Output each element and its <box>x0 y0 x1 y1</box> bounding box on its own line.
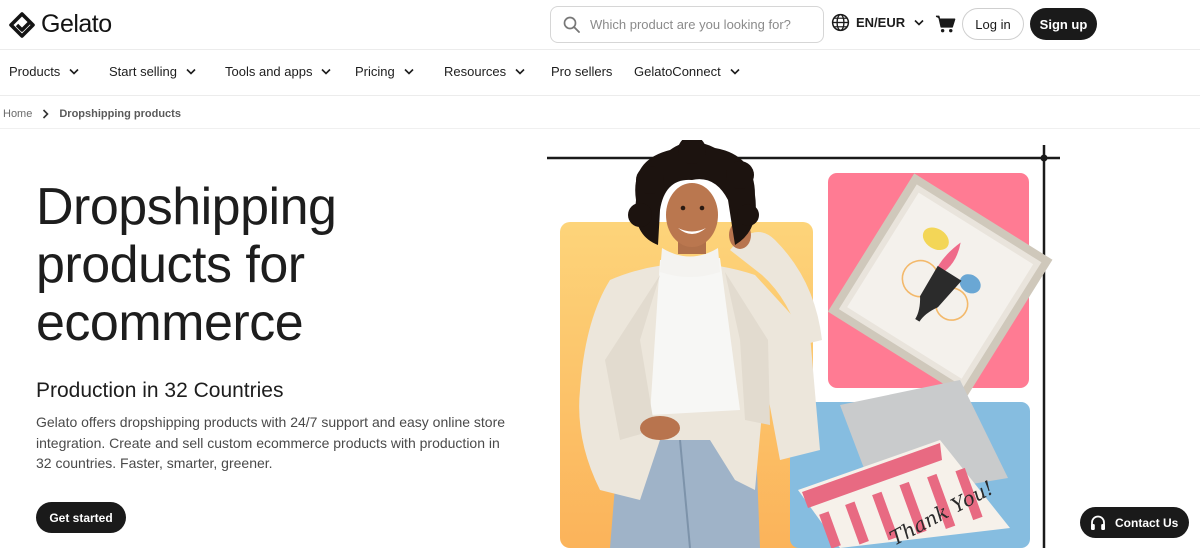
gelato-logo-icon <box>9 11 35 38</box>
nav-item-start-selling[interactable]: Start selling <box>109 64 196 79</box>
contact-us-button[interactable]: Contact Us <box>1080 507 1189 538</box>
language-label: EN/EUR <box>856 15 906 30</box>
language-selector[interactable]: EN/EUR <box>831 13 924 32</box>
hero-description: Gelato offers dropshipping products with… <box>36 414 506 471</box>
headset-icon <box>1091 515 1105 530</box>
nav-item-pricing[interactable]: Pricing <box>355 64 414 79</box>
globe-icon <box>831 13 850 32</box>
chevron-down-icon <box>321 68 332 75</box>
nav-item-label: Pricing <box>355 64 395 79</box>
top-header: Gelato EN/EUR Log in Sign up <box>0 0 1200 50</box>
nav-item-products[interactable]: Products <box>9 64 79 79</box>
search-input[interactable] <box>590 17 810 32</box>
cart-icon <box>935 15 956 33</box>
nav-item-resources[interactable]: Resources <box>444 64 525 79</box>
nav-item-label: Tools and apps <box>225 64 313 79</box>
nav-item-label: Products <box>9 64 61 79</box>
chevron-down-icon <box>730 68 740 75</box>
page-title: Dropshipping products for ecommerce <box>36 178 496 352</box>
signup-button[interactable]: Sign up <box>1030 8 1097 40</box>
main-nav: Products Start selling Tools and apps Pr… <box>0 50 1200 96</box>
login-button[interactable]: Log in <box>962 8 1024 40</box>
breadcrumb: Home Dropshipping products <box>3 104 181 124</box>
chevron-right-icon <box>43 109 49 119</box>
page-title-line: ecommerce <box>36 294 304 352</box>
chevron-down-icon <box>186 68 196 75</box>
search-icon <box>563 16 580 33</box>
frame-corner <box>1040 154 1048 162</box>
nav-item-pro-sellers[interactable]: Pro sellers <box>551 64 612 79</box>
get-started-button[interactable]: Get started <box>36 502 126 533</box>
hero-subtitle: Production in 32 Countries <box>36 379 284 402</box>
gelato-logo[interactable]: Gelato <box>9 10 112 39</box>
breadcrumb-current: Dropshipping products <box>59 108 181 120</box>
nav-item-label: GelatoConnect <box>634 64 721 79</box>
chevron-down-icon <box>404 68 414 75</box>
page-title-line: Dropshipping <box>36 178 337 236</box>
nav-item-label: Pro sellers <box>551 64 613 79</box>
nav-item-gelatoconnect[interactable]: GelatoConnect <box>634 64 740 79</box>
nav-item-label: Start selling <box>109 64 177 79</box>
page-title-line: products for <box>36 236 305 294</box>
search-bar[interactable] <box>550 6 824 43</box>
brand-name: Gelato <box>41 10 112 38</box>
nav-item-tools-and-apps[interactable]: Tools and apps <box>225 64 332 79</box>
divider <box>0 128 1200 129</box>
hero-image: Thank You! <box>547 140 1060 548</box>
nav-item-label: Resources <box>444 64 507 79</box>
chevron-down-icon <box>515 68 525 75</box>
cart-button[interactable] <box>935 14 956 39</box>
contact-us-label: Contact Us <box>1115 515 1179 530</box>
chevron-down-icon <box>914 19 924 26</box>
breadcrumb-home-link[interactable]: Home <box>3 108 32 120</box>
chevron-down-icon <box>69 68 79 75</box>
